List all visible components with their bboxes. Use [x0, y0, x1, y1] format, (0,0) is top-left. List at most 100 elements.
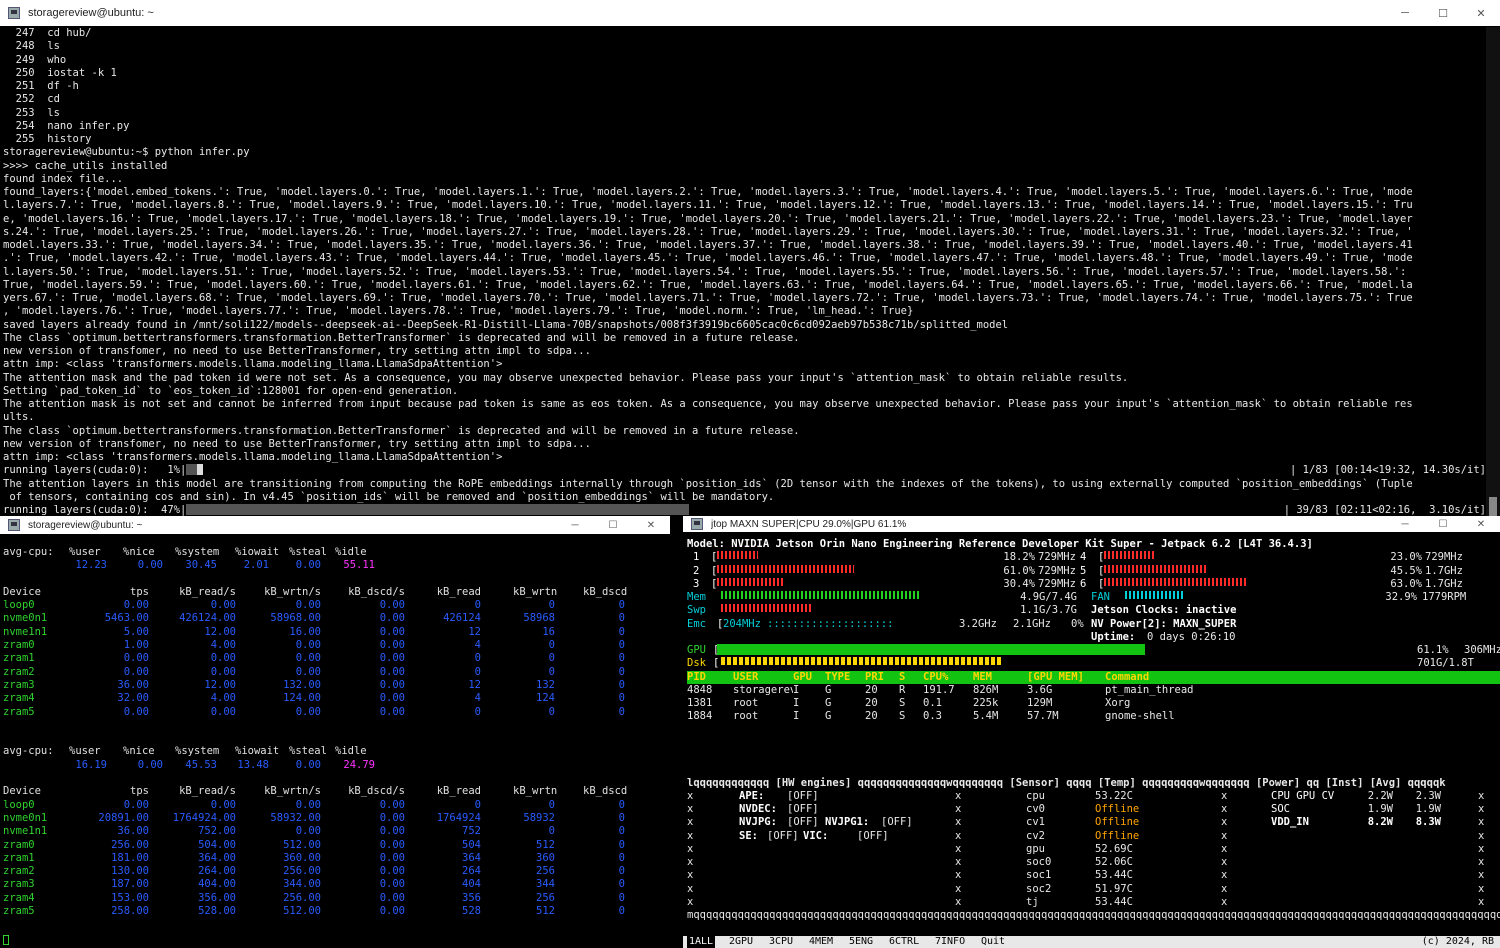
process-row[interactable]: 1884 root I G 20 S 0.3 5.4M 57.7M gnome-shell — [687, 710, 1500, 723]
core-freq: 1.7GHz — [1425, 577, 1463, 590]
core-id: 1 — [693, 551, 700, 564]
fan-rpm: 1779RPM — [1422, 591, 1467, 603]
close-button[interactable]: ✕ — [1462, 519, 1500, 530]
jetson-clocks: Jetson Clocks: inactive — [1091, 604, 1237, 617]
device-value: 0 — [618, 865, 625, 878]
close-button[interactable]: ✕ — [632, 520, 670, 531]
vertical-scrollbar[interactable] — [1486, 27, 1500, 520]
device-value: 0 — [618, 798, 625, 811]
jtop-dashboard[interactable]: Model: NVIDIA Jetson Orin Nano Engineeri… — [687, 538, 1500, 948]
process-cell: 1381 — [687, 697, 713, 709]
mem-usage-bar — [721, 591, 1021, 599]
blank-row — [687, 750, 1500, 763]
terminal-line: ults. — [3, 411, 35, 424]
device-value: 0.00 — [379, 625, 405, 638]
core-freq: 729MHz — [1038, 551, 1076, 564]
menu-tab-2gpu[interactable]: 2GPU — [729, 936, 753, 948]
device-value: 752 — [462, 825, 481, 838]
process-header-cell: PID — [687, 670, 706, 683]
device-row: zram5 258.00 528.00 512.00 0.00 528 512 0 — [3, 905, 667, 918]
gpu-usage-bar — [717, 644, 1145, 655]
terminal-icon — [691, 518, 703, 530]
menu-tab-7info[interactable]: 7INFO — [935, 936, 965, 948]
minimize-button[interactable]: ─ — [1386, 7, 1424, 19]
sensor-temp: 52.06C — [1095, 856, 1133, 868]
iostat-output[interactable]: avg-cpu: %user %nice %system %iowait %steal %i… — [3, 546, 667, 948]
cpu-header-cell: %nice — [123, 546, 155, 558]
sensor-temp: Offline — [1095, 816, 1140, 829]
core-id: 4 — [1080, 551, 1087, 564]
process-cell: 225k — [973, 697, 999, 709]
cpu-value-cell: 0.00 — [295, 559, 321, 572]
menu-tab-4mem[interactable]: 4MEM — [809, 936, 833, 948]
swap-value: 1.1G/3.7G — [1020, 604, 1077, 617]
device-value: 0.00 — [123, 798, 149, 811]
maximize-button[interactable]: ☐ — [594, 520, 632, 531]
process-row[interactable]: 4848 storagereviewI G 20 R 191.7 826M 3.6G pt_ma… — [687, 684, 1500, 697]
device-value: 256 — [536, 865, 555, 878]
terminal-window-iostat[interactable]: storagereview@ubuntu: ~ ─ ☐ ✕ avg-cpu: %u… — [0, 516, 670, 948]
device-value: 0 — [474, 705, 481, 718]
menu-tab-6ctrl[interactable]: 6CTRL — [889, 936, 919, 948]
menu-tab-quit[interactable]: Quit — [981, 936, 1005, 948]
device-value: 0.00 — [379, 851, 405, 864]
terminal-line: 250 iostat -k 1 — [3, 66, 117, 79]
fan-fill — [1125, 591, 1184, 599]
device-value: 0.00 — [295, 798, 321, 811]
menu-tab-5eng[interactable]: 5ENG — [849, 936, 873, 948]
sensor-name: cv0 — [1026, 803, 1045, 815]
device-value: 0.00 — [295, 652, 321, 665]
minimize-button[interactable]: ─ — [1386, 519, 1424, 530]
engine-state: [OFF] — [767, 829, 799, 842]
maximize-button[interactable]: ☐ — [1424, 7, 1462, 20]
device-row: zram1 0.00 0.00 0.00 0.00 0 0 0 — [3, 652, 667, 665]
terminal-line: 251 df -h — [3, 80, 79, 92]
engine-sensor-row: x x tj 53.44C x x — [687, 896, 1500, 909]
device-value: 4.00 — [210, 639, 236, 652]
core-id: 6 — [1080, 577, 1087, 590]
device-header-cell: Device — [3, 585, 41, 598]
core-freq: 729MHz — [1038, 577, 1076, 590]
title-bar[interactable]: jtop MAXN SUPER|CPU 29.0%|GPU 61.1% ─ ☐ … — [683, 516, 1500, 532]
process-cell: pt_main_thread — [1105, 683, 1194, 696]
terminal-line: The class `optimum.bettertransformers.tr… — [3, 424, 800, 437]
sensor-name: cpu — [1026, 789, 1045, 802]
device-value: 36.00 — [117, 825, 149, 838]
device-header-cell: kB_dscd/s — [348, 585, 405, 598]
cpu-header-cell: %steal — [289, 546, 327, 558]
device-name: zram0 — [3, 838, 35, 851]
device-value: 0.00 — [295, 639, 321, 652]
title-bar[interactable]: storagereview@ubuntu: ~ ─ ☐ ✕ — [0, 0, 1500, 26]
jtop-window[interactable]: jtop MAXN SUPER|CPU 29.0%|GPU 61.1% ─ ☐ … — [683, 516, 1500, 948]
swap-usage-fill — [721, 604, 811, 613]
maximize-button[interactable]: ☐ — [1424, 519, 1462, 530]
terminal-line: l.layers.7.': True, 'model.layers.8.': T… — [3, 199, 1413, 212]
terminal-line: saved layers already found in /mnt/soli1… — [3, 318, 1009, 331]
close-button[interactable]: ✕ — [1462, 7, 1500, 20]
terminal-output[interactable]: 247 cd hub/ 248 ls 249 who 250 iostat -k… — [3, 27, 1486, 520]
process-row[interactable]: 1381 root I G 20 S 0.1 225k 129M Xorg — [687, 697, 1500, 710]
device-value: 504.00 — [198, 838, 236, 851]
device-value: 4 — [474, 692, 481, 705]
frame-divider: x — [955, 842, 962, 855]
menu-tab-1all[interactable]: 1ALL — [687, 936, 716, 948]
device-value: 0 — [548, 798, 555, 811]
gpu-row: GPU[61.1%306MHz — [687, 644, 1500, 657]
engine-name: NVJPG1: — [825, 816, 870, 829]
terminal-window-main[interactable]: storagereview@ubuntu: ~ ─ ☐ ✕ 247 cd hub… — [0, 0, 1500, 520]
terminal-line: , 'model.layers.76.': True, 'model.layer… — [3, 305, 914, 318]
core-usage-bar — [717, 577, 942, 586]
engine-state: [OFF] — [787, 789, 819, 802]
cpu-row: 3[30.4% 729MHz 6[63.0% 1.7GHz — [687, 577, 1500, 591]
process-cell: 826M — [973, 683, 999, 696]
title-bar[interactable]: storagereview@ubuntu: ~ ─ ☐ ✕ — [0, 516, 670, 534]
device-value: 0 — [474, 599, 481, 612]
menu-tab-3cpu[interactable]: 3CPU — [769, 936, 793, 948]
core-usage-fill — [717, 564, 854, 573]
device-value: 1.00 — [123, 639, 149, 652]
frame-bottom: mqqqqqqqqqqqqqqqqqqqqqqqqqqqqqqqqqqqqqqq… — [687, 909, 1500, 922]
device-header-cell: kB_read/s — [179, 585, 236, 598]
minimize-button[interactable]: ─ — [556, 520, 594, 531]
frame-edge: x — [1478, 842, 1485, 855]
sensor-temp: 53.44C — [1095, 869, 1133, 882]
